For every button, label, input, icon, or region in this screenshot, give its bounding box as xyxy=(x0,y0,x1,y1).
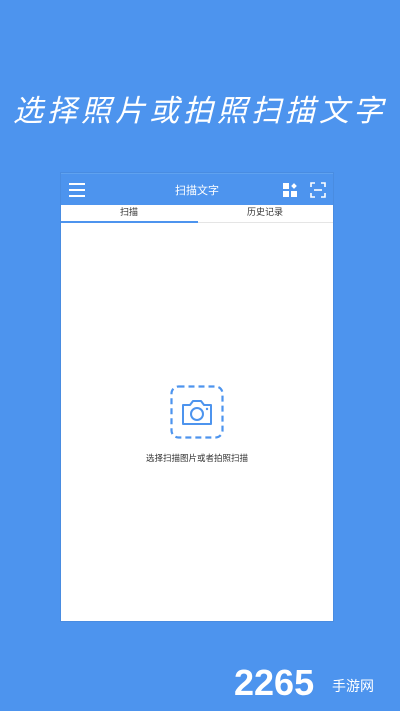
watermark-logo: 2265 手游网 xyxy=(234,663,374,703)
tab-history[interactable]: 历史记录 xyxy=(197,205,333,223)
app-screen: 扫描文字 扫描 历史记录 选择扫描图片或者拍照扫描 xyxy=(61,173,333,621)
promo-headline: 选择照片或拍照扫描文字 xyxy=(13,94,387,129)
scan-frame-icon[interactable] xyxy=(310,182,326,198)
watermark-subtitle: 手游网 xyxy=(332,679,374,695)
tab-active-indicator xyxy=(61,221,198,223)
app-toolbar: 扫描文字 xyxy=(61,173,333,205)
grid-icon[interactable] xyxy=(283,183,298,198)
scan-hint-text: 选择扫描图片或者拍照扫描 xyxy=(145,454,248,464)
camera-upload-button[interactable] xyxy=(170,385,224,439)
camera-icon xyxy=(182,400,212,425)
watermark-brand: 2265 xyxy=(234,663,314,703)
